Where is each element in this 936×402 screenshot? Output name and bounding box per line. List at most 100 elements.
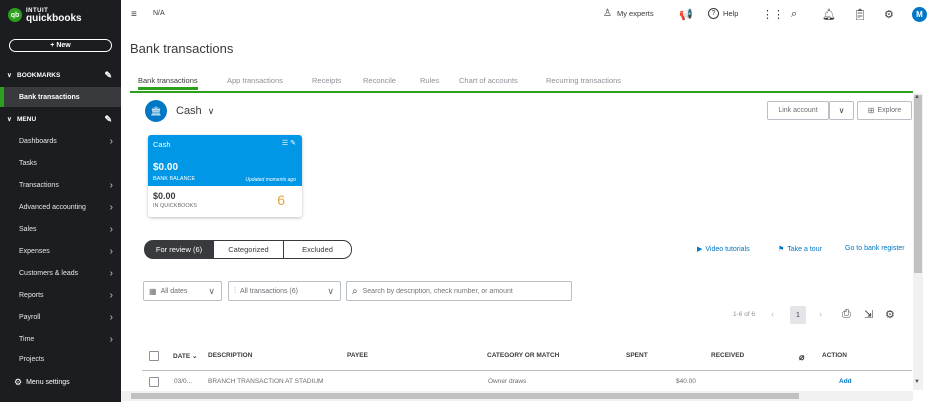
col-date[interactable]: DATE ⌄ [173,352,197,360]
chevron-down-icon: ∨ [7,72,12,79]
sidebar-item-transactions[interactable]: Transactions › [0,175,121,195]
grid-icon: ⊞ [867,106,875,115]
transaction-filter-dropdown[interactable]: ⫶ All transactions (6) ∨ [228,281,341,301]
explore-label: Explore [877,107,902,114]
scroll-down-icon[interactable]: ▼ [914,379,920,385]
bank-balance-label: BANK BALANCE [153,176,196,182]
video-tutorials-label: Video tutorials [705,245,750,253]
segment-categorized[interactable]: Categorized [214,240,284,259]
review-segmented-control: For review (6) Categorized Excluded [144,240,352,259]
edit-icons[interactable]: ☰ ✎ [282,139,296,147]
menu-toggle-icon[interactable]: ≡ [131,9,137,20]
take-tour-link[interactable]: ⚑ Take a tour [778,245,822,254]
prev-page-icon[interactable]: ‹ [771,309,774,319]
signpost-icon: ⚑ [778,246,785,253]
sidebar-item-projects[interactable]: Projects [0,350,121,368]
account-card[interactable]: Cash ☰ ✎ $0.00 BANK BALANCE Updated mome… [148,135,302,217]
new-button[interactable]: + New [9,39,112,52]
menu-settings-button[interactable]: ⚙ Menu settings [14,377,70,388]
bank-register-link[interactable]: Go to bank register [845,245,905,252]
menu-section[interactable]: ∨ MENU ✎ [0,111,121,127]
tab-receipts[interactable]: Receipts [312,76,341,85]
search-input[interactable] [362,287,563,295]
sidebar-item-label: Advanced accounting [19,203,86,211]
apps-grid-icon[interactable]: ⋮⋮ [762,8,784,21]
sidebar-item-bank-transactions[interactable]: Bank transactions [0,87,121,107]
sidebar-item-time[interactable]: Time › [0,329,121,349]
chevron-down-icon: ∨ [7,116,12,123]
search-box[interactable]: ⌕ [346,281,572,301]
sidebar-item-expenses[interactable]: Expenses › [0,241,121,261]
review-count: 6 [277,192,285,208]
gear-icon[interactable]: ⚙ [884,8,894,21]
qb-logo-icon: qb [8,8,22,22]
vertical-scroll-thumb[interactable] [914,95,922,273]
sidebar-item-dashboards[interactable]: Dashboards › [0,131,121,151]
row-description: BRANCH TRANSACTION AT STADIUM [208,378,324,385]
chevron-right-icon: › [109,333,113,345]
pencil-icon[interactable]: ✎ [104,70,112,81]
export-icon[interactable]: ⇲ [864,308,873,321]
qb-balance: $0.00 [153,191,176,201]
link-account-button[interactable]: Link account [767,101,829,120]
sidebar-item-reports[interactable]: Reports › [0,285,121,305]
print-icon[interactable]: ⎙ [842,308,851,321]
header-divider [142,370,912,371]
video-tutorials-link[interactable]: ▶ Video tutorials [697,245,750,254]
bank-icon: 🏛︎ [145,100,167,122]
tab-bank-transactions[interactable]: Bank transactions [138,76,198,90]
avatar[interactable]: M [912,7,927,22]
tab-recurring-transactions[interactable]: Recurring transactions [546,76,621,85]
tab-rules[interactable]: Rules [420,76,439,85]
quickbooks-logo[interactable]: qb INTUIT quickbooks [8,7,82,24]
segment-for-review[interactable]: For review (6) [144,240,214,259]
megaphone-icon[interactable]: 📢 [679,8,693,21]
sidebar-item-tasks[interactable]: Tasks [0,153,121,173]
row-add-button[interactable]: Add [839,378,852,385]
help-label: Help [723,9,739,18]
account-selector[interactable]: 🏛︎ Cash ∨ [145,100,214,122]
row-category[interactable]: Owner draws [488,378,526,385]
sidebar-item-advanced-accounting[interactable]: Advanced accounting › [0,197,121,217]
sidebar-item-sales[interactable]: Sales › [0,219,121,239]
sidebar-item-payroll[interactable]: Payroll › [0,307,121,327]
pencil-icon[interactable]: ✎ [104,114,112,125]
col-received: RECEIVED [711,352,745,359]
select-all-checkbox[interactable] [149,351,159,361]
clipboard-icon[interactable]: 📋︎ [853,8,867,21]
bell-icon[interactable]: 🔔︎ [822,8,836,21]
explore-button[interactable]: ⊞ Explore [857,101,912,120]
date-filter-dropdown[interactable]: ▦ All dates ∨ [143,281,222,301]
col-date-label: DATE [173,353,191,360]
row-spent: $40.00 [676,378,696,385]
chevron-down-icon: ∨ [838,106,845,115]
tab-reconcile[interactable]: Reconcile [363,76,396,85]
sidebar-item-customers-leads[interactable]: Customers & leads › [0,263,121,283]
sort-icon: ⌄ [192,353,198,360]
paperclip-icon: ⌀ [799,352,805,362]
sidebar-item-label: Customers & leads [19,269,79,277]
bookmarks-section[interactable]: ∨ BOOKMARKS ✎ [0,67,121,83]
my-experts-button[interactable]: ♙ My experts [603,8,654,19]
horizontal-scroll-thumb[interactable] [131,393,799,399]
sidebar-item-label: Reports [19,291,44,299]
gear-icon[interactable]: ⚙ [885,308,895,321]
page-number[interactable]: 1 [790,306,806,324]
search-icon[interactable]: ⌕ [791,8,797,21]
chevron-right-icon: › [109,311,113,323]
scroll-up-icon[interactable]: ▲ [914,94,920,100]
tab-app-transactions[interactable]: App transactions [227,76,283,85]
chevron-right-icon: › [109,289,113,301]
take-tour-label: Take a tour [787,245,822,253]
qb-balance-label: IN QUICKBOOKS [153,203,198,209]
help-button[interactable]: ? Help [708,8,738,19]
next-page-icon[interactable]: › [819,309,822,319]
chevron-right-icon: › [109,223,113,235]
link-account-dropdown[interactable]: ∨ [829,101,854,120]
row-checkbox[interactable] [149,377,159,387]
tab-chart-of-accounts[interactable]: Chart of accounts [459,76,518,85]
col-payee: PAYEE [347,352,368,359]
sidebar-item-label: Bank transactions [19,93,80,101]
sidebar-item-label: Tasks [19,159,37,167]
segment-excluded[interactable]: Excluded [284,240,352,259]
